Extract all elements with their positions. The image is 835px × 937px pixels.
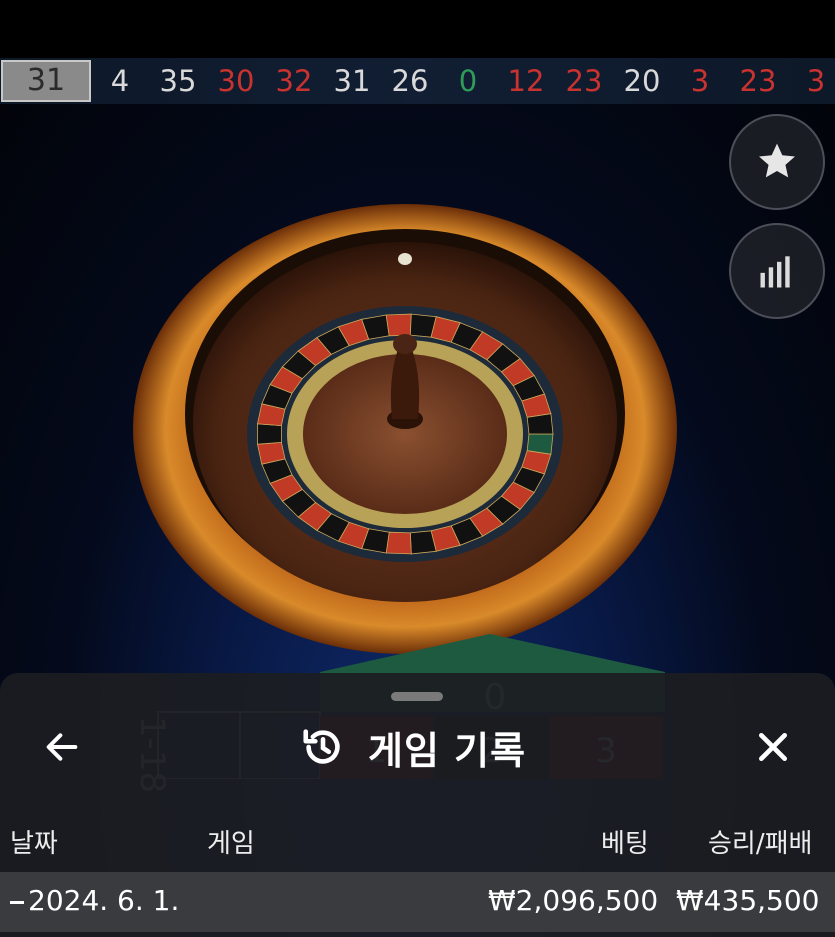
column-header-date: 날짜: [10, 829, 58, 859]
column-header-bet: 베팅: [601, 829, 649, 859]
sheet-grabber[interactable]: [391, 692, 443, 701]
roulette-ball: [398, 253, 412, 265]
history-result: 20: [623, 64, 661, 98]
arrow-left-icon: [46, 733, 78, 761]
game-history-sheet: 게임 기록 날짜 게임 베팅 승리/패배 2024. 6. 1. ₩2,096,…: [0, 673, 835, 937]
statistics-button[interactable]: [729, 223, 825, 319]
history-result: 4: [110, 64, 130, 98]
row-bet: ₩2,096,500: [488, 884, 659, 917]
latest-result: 31: [1, 60, 91, 102]
table-row[interactable]: 2024. 6. 1. ₩2,096,500 ₩435,500: [0, 872, 835, 932]
column-header-result: 승리/패배: [708, 829, 813, 859]
bar-chart-icon: [760, 256, 790, 288]
sheet-title: 게임 기록: [368, 728, 527, 773]
history-result: 32: [275, 64, 313, 98]
history-result: 3: [806, 64, 826, 98]
history-result: 35: [159, 64, 197, 98]
result-history-list: 4 35 30 32 31 26 0 12 23 20 3 23 3: [91, 64, 835, 98]
back-button[interactable]: [36, 721, 88, 773]
history-result: 30: [217, 64, 255, 98]
history-result: 3: [690, 64, 710, 98]
column-header-game: 게임: [207, 829, 255, 859]
row-result: ₩435,500: [676, 884, 820, 917]
sheet-header: 게임 기록: [300, 719, 526, 775]
star-icon: [759, 143, 795, 178]
row-date: 2024. 6. 1.: [28, 884, 180, 917]
history-result: 12: [507, 64, 545, 98]
result-history-bar: 31 4 35 30 32 31 26 0 12 23 20 3 23 3: [0, 58, 835, 104]
status-bar: [0, 0, 835, 58]
close-button[interactable]: [747, 721, 799, 773]
history-result: 0: [458, 64, 478, 98]
close-icon: [759, 733, 787, 761]
row-collapse-indicator: [10, 901, 24, 904]
history-result: 23: [739, 64, 777, 98]
history-result: 26: [391, 64, 429, 98]
history-result: 23: [565, 64, 603, 98]
history-result: 31: [333, 64, 371, 98]
favorite-button[interactable]: [729, 114, 825, 210]
history-clock-icon: [303, 729, 340, 764]
roulette-wheel: [133, 204, 677, 654]
